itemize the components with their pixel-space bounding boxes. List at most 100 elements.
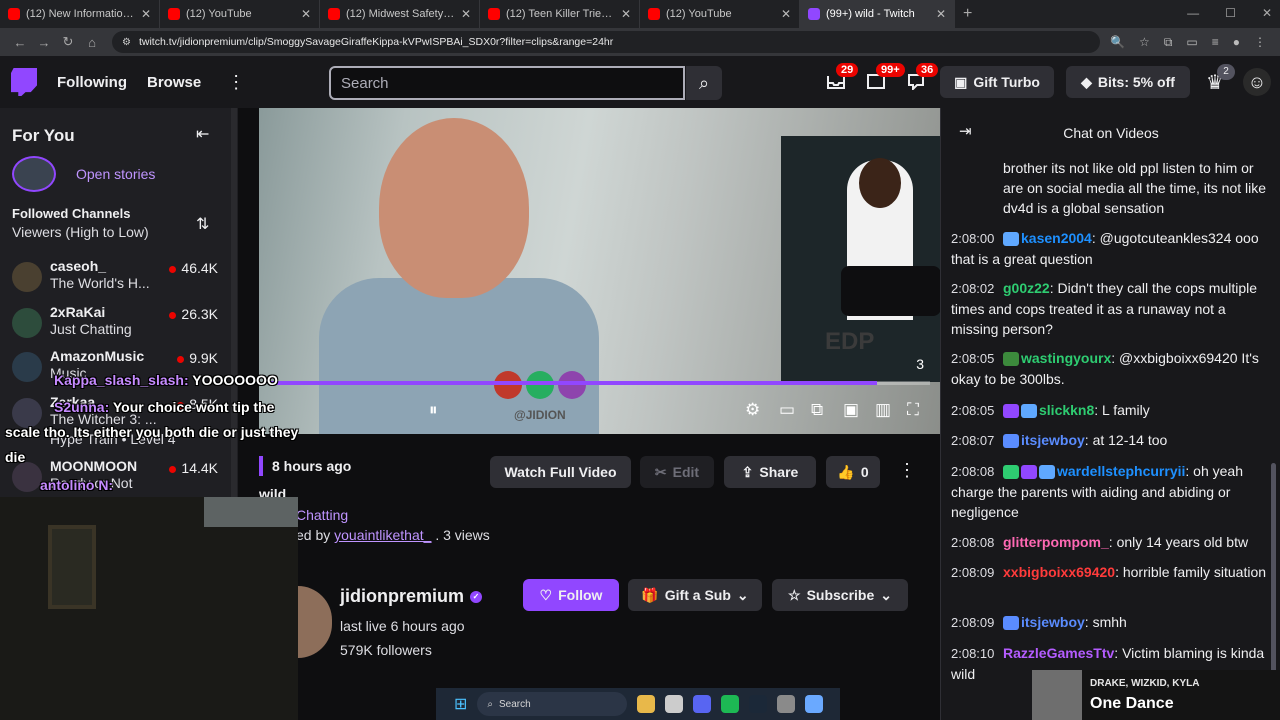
browser-tab[interactable]: (12) YouTube ✕ [160, 0, 320, 28]
subscribe-button[interactable]: ☆ Subscribe ⌄ [772, 579, 908, 611]
channel-name[interactable]: jidionpremium [340, 586, 464, 606]
youtube-icon [168, 8, 180, 20]
back-icon[interactable]: ← [8, 35, 32, 50]
channel-avatar[interactable] [298, 586, 332, 658]
home-icon[interactable]: ⌂ [80, 35, 104, 50]
chrome-icon[interactable] [637, 695, 656, 713]
browser-menu-icon[interactable]: ⋮ [1254, 35, 1266, 50]
spotify-icon[interactable] [721, 695, 740, 713]
browser-tab[interactable]: (12) New Information on D4vd ✕ [0, 0, 160, 28]
close-icon[interactable]: ✕ [781, 7, 791, 21]
search-button[interactable]: ⌕ [686, 66, 722, 100]
bits-label: Bits: 5% off [1097, 74, 1175, 90]
whispers-icon[interactable]: 99+ [866, 63, 905, 92]
pip-icon[interactable]: ▣ [843, 400, 859, 420]
close-icon[interactable]: ✕ [141, 7, 151, 21]
search-input[interactable]: Search [329, 66, 685, 100]
notifications-icon[interactable]: 36 [906, 63, 939, 92]
app-icon[interactable] [805, 695, 824, 713]
extensions-icon[interactable]: ⧉ [1164, 35, 1173, 50]
open-stories-link[interactable]: Open stories [76, 166, 155, 182]
more-options-icon[interactable]: ⋮ [227, 72, 245, 93]
chat-username[interactable]: xxbigboixx69420 [1003, 564, 1115, 580]
sidebar-channel[interactable]: caseoh_ The World's H... 46.4K [12, 258, 222, 298]
gift-sub-button[interactable]: 🎁 Gift a Sub ⌄ [628, 579, 762, 611]
share-button[interactable]: ⇪ Share [724, 456, 816, 488]
user-avatar[interactable]: ☺ [1243, 68, 1271, 96]
viewer-count: 14.4K [169, 460, 218, 476]
windows-start-icon[interactable]: ⊞ [454, 694, 467, 714]
chat-username[interactable]: kasen2004 [1021, 230, 1092, 246]
stories-avatar[interactable] [12, 156, 56, 192]
browser-tab[interactable]: (12) Midwest Safety - YouTube ✕ [320, 0, 480, 28]
reading-list-icon[interactable]: ≡ [1212, 35, 1219, 50]
inbox-icon[interactable]: 29 [826, 63, 859, 92]
progress-bar[interactable] [269, 381, 930, 385]
bits-button[interactable]: ◆ Bits: 5% off [1066, 66, 1190, 98]
minimize-icon[interactable]: — [1187, 6, 1199, 20]
nav-following[interactable]: Following [57, 74, 127, 91]
chat-username[interactable]: itsjewboy [1021, 614, 1085, 630]
pause-icon[interactable]: ⏸ [429, 400, 438, 420]
close-icon[interactable]: ✕ [461, 7, 471, 21]
cast-icon[interactable]: ▭ [779, 400, 795, 420]
browser-tab-active[interactable]: (99+) wild - Twitch ✕ [800, 0, 955, 28]
chat-username[interactable]: slickkn8 [1039, 402, 1094, 418]
discord-icon[interactable] [693, 695, 712, 713]
tab-title: (12) YouTube [186, 8, 252, 20]
clip-icon[interactable]: ⧉ [811, 400, 823, 420]
channel-avatar [12, 262, 42, 292]
sort-icon[interactable]: ⇅ [196, 214, 209, 234]
chat-username[interactable]: g00z22 [1003, 280, 1050, 296]
bookmark-star-icon[interactable]: ☆ [1139, 35, 1150, 50]
reload-icon[interactable]: ↻ [56, 34, 80, 50]
chat-scrollbar[interactable] [1271, 463, 1276, 673]
chat-timestamp: 2:08:05 [951, 403, 995, 418]
steam-icon[interactable] [749, 695, 768, 713]
close-icon[interactable]: ✕ [621, 7, 631, 21]
theatre-mode-icon[interactable]: ▥ [875, 400, 891, 420]
edit-button[interactable]: ✂ Edit [640, 456, 714, 488]
like-button[interactable]: 👍 0 [826, 456, 880, 488]
collapse-sidebar-icon[interactable]: ⇤ [196, 124, 209, 144]
watch-full-video-button[interactable]: Watch Full Video [490, 456, 631, 488]
nav-browse[interactable]: Browse [147, 74, 201, 91]
overlay-chat-line: scale tho. Its either you both die or ju… [5, 424, 298, 440]
sidebar-channel[interactable]: 2xRaKai Just Chatting 26.3K [12, 304, 222, 344]
new-tab-button[interactable]: + [963, 5, 972, 23]
chat-username[interactable]: wardellstephcurryii [1057, 463, 1185, 479]
twitch-logo-icon[interactable] [11, 68, 37, 96]
overlay-chat-text: YOOOOOOO [192, 372, 278, 388]
settings-icon[interactable] [777, 695, 796, 713]
forward-icon[interactable]: → [32, 35, 56, 50]
follow-button[interactable]: ♡ Follow [523, 579, 619, 611]
browser-tab[interactable]: (12) Teen Killer Tries Outsmartin ✕ [480, 0, 640, 28]
browser-tab[interactable]: (12) YouTube ✕ [640, 0, 800, 28]
zoom-icon[interactable]: 🔍 [1110, 35, 1125, 50]
video-player[interactable]: EDP 3 @JIDION ⏸ ⚙ ▭ ⧉ ▣ ▥ ⛶ [259, 108, 940, 434]
now-playing-artist: DRAKE, WIZKID, KYLA [1090, 678, 1200, 689]
close-icon[interactable]: ✕ [301, 7, 311, 21]
chat-username[interactable]: itsjewboy [1021, 432, 1085, 448]
profile-icon[interactable]: ● [1233, 35, 1240, 50]
taskbar-search[interactable]: ⌕ Search [477, 692, 628, 716]
site-info-icon[interactable]: ⚙ [122, 37, 131, 48]
close-icon[interactable]: ✕ [936, 7, 946, 21]
app-icon[interactable] [665, 695, 684, 713]
fullscreen-icon[interactable]: ⛶ [907, 400, 919, 420]
settings-icon[interactable]: ⚙ [745, 400, 760, 420]
cast-icon[interactable]: ▭ [1186, 35, 1197, 50]
youtube-icon [8, 8, 20, 20]
clipper-link[interactable]: youaintlikethat_ [334, 527, 431, 543]
channel-avatar [12, 352, 42, 382]
chat-username[interactable]: RazzleGamesTtv [1003, 645, 1114, 661]
chat-text: brother its not like old ppl listen to h… [1003, 160, 1267, 216]
chat-username[interactable]: wastingyourx [1021, 350, 1111, 366]
more-options-icon[interactable]: ⋮ [898, 460, 916, 481]
category-link[interactable]: Chatting [296, 507, 348, 523]
url-field[interactable]: ⚙ twitch.tv/jidionpremium/clip/SmoggySav… [112, 31, 1101, 53]
chat-username[interactable]: glitterpompom_ [1003, 534, 1109, 550]
maximize-icon[interactable]: ☐ [1225, 6, 1236, 20]
close-window-icon[interactable]: ✕ [1262, 6, 1272, 20]
gift-turbo-button[interactable]: ▣ Gift Turbo [940, 66, 1054, 98]
